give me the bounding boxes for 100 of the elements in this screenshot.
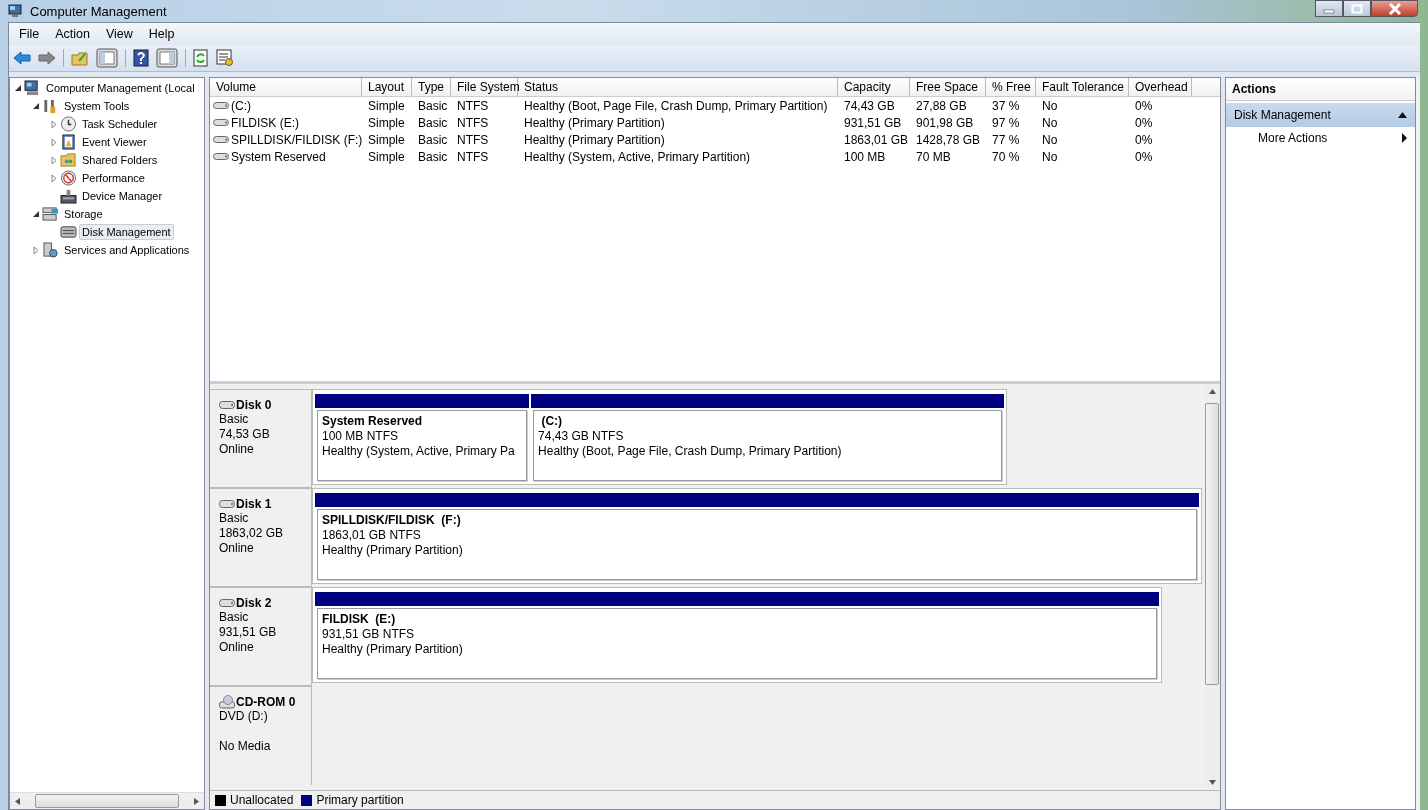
menu-item[interactable]: View [97, 25, 141, 43]
table-cell: FILDISK (E:) [231, 115, 299, 130]
menu-item[interactable]: File [11, 25, 48, 43]
scroll-right-icon[interactable] [194, 797, 199, 805]
table-cell: System Reserved [231, 149, 326, 164]
table-cell: 0% [1135, 115, 1153, 130]
tree-item[interactable]: Task Scheduler [79, 116, 161, 132]
column-header[interactable]: Capacity [838, 78, 910, 96]
menu-item[interactable]: Action [47, 25, 98, 43]
table-cell: 37 % [992, 98, 1020, 113]
collapse-arrow-icon[interactable] [31, 210, 40, 218]
table-cell: 931,51 GB [844, 115, 902, 130]
column-header[interactable]: Status [518, 78, 838, 96]
partition-box[interactable]: SPILLDISK/FILDISK (F:) 1863,01 GB NTFS Healthy (Primary Partition) [317, 509, 1197, 580]
column-header[interactable]: Type [412, 78, 451, 96]
log-icon [60, 134, 77, 150]
drive-icon [213, 101, 229, 110]
back-icon[interactable] [13, 50, 31, 66]
tree-item[interactable]: Device Manager [79, 188, 166, 204]
refresh-icon[interactable] [193, 49, 209, 67]
tree-item[interactable]: Performance [79, 170, 148, 186]
collapse-arrow-icon[interactable] [31, 102, 40, 110]
column-header[interactable]: Layout [362, 78, 412, 96]
column-header[interactable]: Fault Tolerance [1036, 78, 1129, 96]
actions-section[interactable]: Disk Management [1226, 103, 1415, 127]
properties-icon[interactable] [216, 49, 234, 67]
services-icon [42, 242, 59, 258]
maximize-button[interactable] [1343, 0, 1371, 17]
partition-box[interactable]: (C:) 74,43 GB NTFS Healthy (Boot, Page File, Crash Dump, Primary Partition) [533, 410, 1002, 481]
collapse-icon [1398, 112, 1407, 118]
table-cell: 70 MB [916, 149, 951, 164]
action-pane-icon[interactable] [156, 48, 178, 68]
table-cell: 77 % [992, 132, 1020, 147]
partition-size: 74,43 GB NTFS [538, 429, 625, 444]
partition-name: SPILLDISK/FILDISK (F:) [322, 513, 462, 528]
partition-box[interactable]: System Reserved 100 MB NTFS Healthy (System, Active, Primary Pa [317, 410, 528, 481]
table-cell: No [1042, 149, 1058, 164]
menu-item[interactable]: Help [140, 25, 183, 43]
disk-type: DVD (D:) [219, 709, 269, 724]
forward-icon[interactable] [38, 50, 56, 66]
disk-name: Disk 2 [236, 596, 272, 610]
storage-icon [42, 206, 59, 222]
tree-item[interactable]: Shared Folders [79, 152, 161, 168]
tree-item[interactable]: Storage [61, 206, 106, 222]
table-cell: Healthy (Primary Partition) [524, 115, 665, 130]
clock-icon [60, 116, 77, 132]
table-cell: Simple [368, 132, 405, 147]
tree-item[interactable]: Disk Management [79, 224, 174, 240]
tree-item[interactable]: Services and Applications [61, 242, 193, 258]
maximize-icon [1351, 3, 1363, 14]
table-cell: 100 MB [844, 149, 886, 164]
column-header[interactable]: Overhead [1129, 78, 1192, 96]
table-cell: No [1042, 132, 1058, 147]
tree-item[interactable]: Event Viewer [79, 134, 150, 150]
tree-item[interactable]: Computer Management (Local [43, 80, 198, 96]
disk-type: Basic [219, 610, 250, 625]
table-cell: Basic [418, 149, 448, 164]
expand-arrow-icon[interactable] [31, 245, 40, 255]
drive-icon [213, 152, 229, 161]
partition-status: Healthy (Primary Partition) [322, 642, 464, 657]
tree-item[interactable]: System Tools [61, 98, 133, 114]
expand-arrow-icon[interactable] [49, 137, 58, 147]
scroll-left-icon[interactable] [15, 797, 20, 805]
partition-size: 1863,01 GB NTFS [322, 528, 422, 543]
computer-icon [24, 80, 41, 96]
column-header[interactable]: Volume [210, 78, 362, 96]
disk-status: Online [219, 541, 255, 556]
device-icon [60, 188, 77, 204]
partition-size: 100 MB NTFS [322, 429, 400, 444]
column-header[interactable]: Free Space [910, 78, 986, 96]
disk-size: 74,53 GB [219, 427, 271, 442]
scroll-down-icon[interactable] [1208, 780, 1216, 785]
table-cell: Simple [368, 98, 405, 113]
folder-up-icon[interactable] [71, 50, 89, 66]
disk-name: Disk 1 [236, 497, 272, 511]
partition-status: Healthy (Primary Partition) [322, 543, 464, 558]
column-header[interactable]: % Free [986, 78, 1036, 96]
help-icon[interactable] [133, 49, 149, 67]
partition-box[interactable]: FILDISK (E:) 931,51 GB NTFS Healthy (Primary Partition) [317, 608, 1157, 679]
table-cell: NTFS [457, 132, 489, 147]
expand-arrow-icon[interactable] [49, 155, 58, 165]
horizontal-scrollbar[interactable] [10, 792, 204, 809]
table-cell: Healthy (Primary Partition) [524, 132, 665, 147]
console-tree-icon[interactable] [96, 48, 118, 68]
table-cell: NTFS [457, 98, 489, 113]
expand-arrow-icon[interactable] [49, 119, 58, 129]
collapse-arrow-icon[interactable] [13, 84, 22, 92]
column-header[interactable]: File System [451, 78, 518, 96]
disk-status: Online [219, 640, 255, 655]
close-button[interactable] [1371, 0, 1418, 17]
table-cell: Basic [418, 98, 448, 113]
table-cell: NTFS [457, 115, 489, 130]
table-cell: Basic [418, 115, 448, 130]
minimize-button[interactable] [1315, 0, 1343, 17]
partition-name: FILDISK (E:) [322, 612, 397, 627]
scroll-up-icon[interactable] [1208, 389, 1216, 394]
app-icon [8, 3, 24, 19]
expand-arrow-icon[interactable] [49, 173, 58, 183]
action-item[interactable]: More Actions [1226, 127, 1415, 149]
optical-drive-icon [219, 695, 235, 709]
